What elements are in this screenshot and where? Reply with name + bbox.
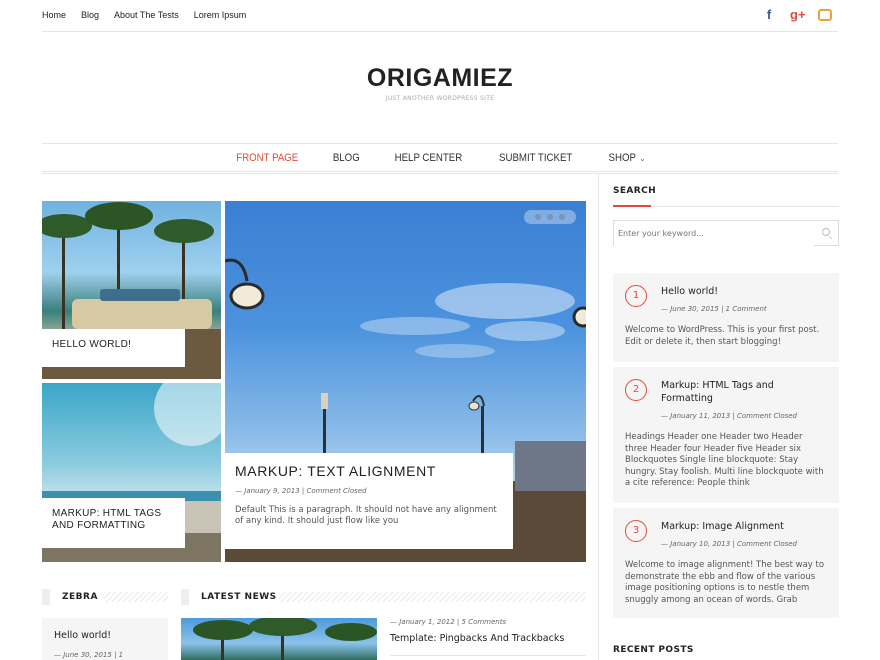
section-bar xyxy=(42,589,50,605)
palm-trees-thumbnail-image xyxy=(193,618,377,660)
zebra-post-card: Hello world! — June 30, 2015 | 1 xyxy=(42,618,168,660)
sidebar-post-meta: — June 30, 2015 | 1 Comment xyxy=(661,305,767,313)
sidebar-post-card: 1 Hello world! — June 30, 2015 | 1 Comme… xyxy=(613,273,839,362)
site-branding: ORIGAMIEZ JUST ANOTHER WORDPRESS SITE xyxy=(0,64,880,102)
latest-news-thumbnail[interactable] xyxy=(181,618,377,660)
section-stripes xyxy=(279,592,586,602)
latest-news-title[interactable]: Template: Pingbacks And Trackbacks xyxy=(390,633,564,644)
featured-tile-title[interactable]: MARKUP: HTML TAGS AND FORMATTING xyxy=(52,508,175,532)
top-nav-lorem-ipsum[interactable]: Lorem Ipsum xyxy=(194,10,247,20)
post-number-badge: 3 xyxy=(625,520,647,542)
featured-tile-caption: HELLO WORLD! xyxy=(42,329,185,367)
main-nav-blog[interactable]: BLOG xyxy=(333,152,360,164)
top-nav-about-the-tests[interactable]: About The Tests xyxy=(114,10,179,20)
featured-slide-caption: MARKUP: TEXT ALIGNMENT — January 9, 2013… xyxy=(225,453,513,549)
main-nav-shop[interactable]: SHOP ⌄ xyxy=(608,152,645,164)
top-bar: Home Blog About The Tests Lorem Ipsum f … xyxy=(42,0,838,32)
slider-dot[interactable] xyxy=(535,214,541,220)
post-number-badge: 2 xyxy=(625,379,647,401)
main-nav-help-center[interactable]: HELP CENTER xyxy=(394,152,462,164)
title-accent xyxy=(613,205,651,207)
featured-tile-html-tags[interactable]: MARKUP: HTML TAGS AND FORMATTING xyxy=(42,383,221,562)
search-widget-title: SEARCH xyxy=(613,186,657,196)
site-tagline: JUST ANOTHER WORDPRESS SITE xyxy=(385,95,495,102)
main-nav-shop-label: SHOP xyxy=(608,151,636,164)
featured-slide-excerpt: Default This is a paragraph. It should n… xyxy=(235,505,497,526)
zebra-section-title: ZEBRA xyxy=(62,592,98,602)
chevron-down-icon: ⌄ xyxy=(639,153,646,163)
sidebar-post-meta: — January 10, 2013 | Comment Closed xyxy=(661,540,798,548)
slider-dot[interactable] xyxy=(547,214,553,220)
sidebar-post-title[interactable]: Markup: Image Alignment xyxy=(661,520,827,533)
latest-news-section-header: LATEST NEWS xyxy=(181,589,586,605)
zebra-section-header: ZEBRA xyxy=(42,589,168,605)
featured-tile-title[interactable]: HELLO WORLD! xyxy=(52,339,175,351)
sidebar-post-excerpt: Welcome to WordPress. This is your first… xyxy=(625,325,820,347)
latest-news-section-title: LATEST NEWS xyxy=(201,592,277,602)
sidebar-post-excerpt: Welcome to image alignment! The best way… xyxy=(625,560,825,605)
google-plus-icon[interactable]: g+ xyxy=(790,8,806,22)
featured-tile-caption: MARKUP: HTML TAGS AND FORMATTING xyxy=(42,498,185,548)
zebra-post-title[interactable]: Hello world! xyxy=(54,630,156,641)
main-nav: FRONT PAGE BLOG HELP CENTER SUBMIT TICKE… xyxy=(42,143,838,174)
sidebar-post-card: 2 Markup: HTML Tags and Formatting — Jan… xyxy=(613,367,839,503)
facebook-icon[interactable]: f xyxy=(762,8,776,22)
latest-news-meta: — January 1, 2012 | 5 Comments xyxy=(390,618,507,626)
top-nav-home[interactable]: Home xyxy=(42,10,66,20)
top-nav: Home Blog About The Tests Lorem Ipsum xyxy=(42,10,261,20)
featured-tile-hello-world[interactable]: HELLO WORLD! xyxy=(42,201,221,379)
featured-slide-meta: — January 9, 2013 | Comment Closed xyxy=(235,487,367,495)
main-nav-front-page[interactable]: FRONT PAGE xyxy=(237,152,299,164)
featured-slide-title[interactable]: MARKUP: TEXT ALIGNMENT xyxy=(235,464,503,478)
search-input[interactable] xyxy=(614,221,814,246)
sidebar-post-title[interactable]: Hello world! xyxy=(661,285,827,298)
post-number-badge: 1 xyxy=(625,285,647,307)
slider-dot[interactable] xyxy=(559,214,565,220)
recent-posts-widget-title: RECENT POSTS xyxy=(613,645,694,655)
section-stripes xyxy=(104,592,168,602)
social-links: f g+ xyxy=(762,8,832,22)
featured-slider[interactable]: MARKUP: TEXT ALIGNMENT — January 9, 2013… xyxy=(225,201,586,562)
sidebar-post-meta: — January 11, 2013 | Comment Closed xyxy=(661,412,798,420)
main-nav-submit-ticket[interactable]: SUBMIT TICKET xyxy=(499,152,572,164)
site-title[interactable]: ORIGAMIEZ xyxy=(0,64,880,93)
sidebar-post-card: 3 Markup: Image Alignment — January 10, … xyxy=(613,508,839,618)
sidebar-post-excerpt: Headings Header one Header two Header th… xyxy=(625,432,824,488)
section-bar xyxy=(181,589,189,605)
instagram-icon[interactable] xyxy=(818,9,832,21)
divider xyxy=(390,655,586,656)
slider-pagination xyxy=(524,210,576,224)
zebra-post-meta: — June 30, 2015 | 1 xyxy=(54,651,124,659)
sidebar: SEARCH 1 Hello world! — June 30, 2015 | … xyxy=(598,174,839,660)
search-icon[interactable] xyxy=(822,228,830,236)
search-form xyxy=(613,220,839,246)
top-nav-blog[interactable]: Blog xyxy=(81,10,99,20)
sidebar-post-title[interactable]: Markup: HTML Tags and Formatting xyxy=(661,379,827,405)
